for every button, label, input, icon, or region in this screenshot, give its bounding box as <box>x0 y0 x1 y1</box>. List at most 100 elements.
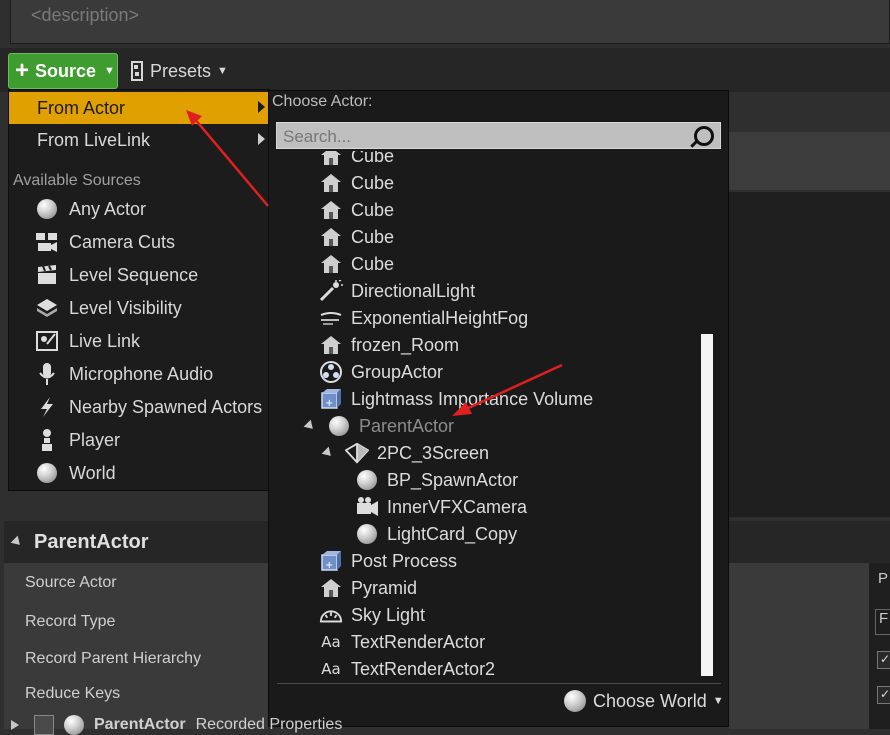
menu-item-from-livelink[interactable]: From LiveLink <box>9 124 269 156</box>
actor-label: Cube <box>351 226 395 247</box>
source-item-label: Camera Cuts <box>69 231 176 252</box>
sphere-icon <box>355 468 379 492</box>
details-header[interactable]: ParentActor <box>4 521 268 563</box>
actor-item-frozen-room[interactable]: frozen_Room <box>319 332 459 358</box>
actor-item-cube[interactable]: Cube <box>319 170 394 196</box>
collapse-triangle-icon[interactable] <box>303 419 317 433</box>
source-item-level-sequence[interactable]: Level Sequence <box>35 260 198 290</box>
details-header-right <box>729 521 890 563</box>
reduce-keys-checkbox[interactable]: ✓ <box>877 686 890 704</box>
house-icon <box>319 198 343 222</box>
source-item-any-actor[interactable]: Any Actor <box>35 194 146 224</box>
row-suffix: Recorded Properties <box>195 716 343 733</box>
record-parent-hierarchy-checkbox[interactable]: ✓ <box>877 651 890 669</box>
actor-item-parent-actor[interactable]: ParentActor <box>303 413 455 439</box>
actor-label: LightCard_Copy <box>387 523 518 544</box>
actor-item-group-actor[interactable]: GroupActor <box>319 359 443 385</box>
text-icon: Aa <box>321 633 341 651</box>
text-icon: Aa <box>321 660 341 678</box>
source-item-camera-cuts[interactable]: Camera Cuts <box>35 227 175 257</box>
source-item-label: Nearby Spawned Actors <box>69 396 263 417</box>
property-record-type: Record Type <box>25 613 116 630</box>
camera-cuts-icon <box>35 230 59 254</box>
background-panel <box>727 132 890 190</box>
fog-icon <box>319 306 343 330</box>
choose-world-button[interactable]: Choose World ▼ <box>563 689 724 713</box>
choose-actor-label: Choose Actor: <box>272 93 373 110</box>
presets-button[interactable]: Presets ▼ <box>130 58 228 84</box>
actor-item-bp-spawn-actor[interactable]: BP_SpawnActor <box>355 467 518 493</box>
actor-item-lightcard-copy[interactable]: LightCard_Copy <box>355 521 517 547</box>
presets-label: Presets <box>150 60 212 81</box>
actor-item-post-process[interactable]: + Post Process <box>319 548 457 574</box>
actor-item-text-render-actor2[interactable]: Aa TextRenderActor2 <box>319 656 495 679</box>
house-icon <box>319 576 343 600</box>
details-header-label: ParentActor <box>34 530 149 553</box>
search-input[interactable] <box>277 123 695 150</box>
source-item-label: Microphone Audio <box>69 363 214 384</box>
actor-item-lightmass-importance-volume[interactable]: + Lightmass Importance Volume <box>319 386 593 412</box>
source-item-player[interactable]: Player <box>35 425 120 455</box>
sphere-icon <box>327 414 351 438</box>
menu-item-from-actor[interactable]: From Actor <box>9 92 269 124</box>
source-button[interactable]: + Source ▼ <box>8 53 118 89</box>
toolbar: + Source ▼ Presets ▼ <box>0 48 890 92</box>
source-item-live-link[interactable]: Live Link <box>35 326 140 356</box>
edge-dropdown[interactable]: F <box>875 609 890 635</box>
sphere-icon <box>355 522 379 546</box>
actor-item-cube[interactable]: Cube <box>319 224 394 250</box>
group-icon <box>319 360 343 384</box>
volume-icon: + <box>319 549 343 573</box>
scrollbar-thumb[interactable] <box>701 334 713 676</box>
description-placeholder: <description> <box>31 5 140 25</box>
chevron-down-icon: ▼ <box>712 695 724 707</box>
actor-item-cube[interactable]: Cube <box>319 197 394 223</box>
actor-label: BP_SpawnActor <box>387 469 519 490</box>
search-icon <box>694 126 714 146</box>
house-icon <box>319 252 343 276</box>
house-icon <box>319 151 343 168</box>
source-item-label: Live Link <box>69 330 141 351</box>
sphere-icon <box>64 715 84 735</box>
description-field[interactable]: <description> <box>10 0 890 44</box>
menu-item-label: From LiveLink <box>37 129 151 150</box>
actor-search-box[interactable] <box>276 122 721 150</box>
display-cluster-icon <box>345 441 369 465</box>
actor-item-cube[interactable]: Cube <box>319 151 394 169</box>
actor-item-cube[interactable]: Cube <box>319 251 394 277</box>
recorded-properties-row[interactable]: ParentActor Recorded Properties <box>10 715 342 735</box>
actor-item-exponential-height-fog[interactable]: ExponentialHeightFog <box>319 305 528 331</box>
lightning-icon <box>35 395 59 419</box>
collapse-triangle-icon[interactable] <box>321 446 335 460</box>
actor-item-inner-vfx-camera[interactable]: InnerVFXCamera <box>355 494 527 520</box>
choose-world-label: Choose World <box>593 690 707 711</box>
actor-list[interactable]: Cube Cube Cube Cube Cube DirectionalLigh… <box>269 151 709 679</box>
checkbox[interactable] <box>34 715 54 735</box>
plus-icon: + <box>15 57 30 84</box>
actor-label: DirectionalLight <box>351 280 476 301</box>
actor-item-text-render-actor[interactable]: Aa TextRenderActor <box>319 629 485 655</box>
source-item-world[interactable]: World <box>35 458 116 488</box>
actor-label: TextRenderActor <box>351 631 486 652</box>
actor-item-2pc-3screen[interactable]: 2PC_3Screen <box>321 440 489 466</box>
choose-actor-menu: Choose Actor: Cube Cube Cube Cube Cube D… <box>268 90 729 727</box>
chevron-right-icon <box>258 133 265 145</box>
property-source-actor: Source Actor <box>25 574 117 591</box>
source-item-nearby-spawned-actors[interactable]: Nearby Spawned Actors <box>35 392 262 422</box>
source-item-level-visibility[interactable]: Level Visibility <box>35 293 182 323</box>
source-item-microphone-audio[interactable]: Microphone Audio <box>35 359 213 389</box>
house-icon <box>319 225 343 249</box>
actor-item-sky-light[interactable]: Sky Light <box>319 602 425 628</box>
actor-label: Cube <box>351 199 395 220</box>
actor-label: TextRenderActor2 <box>351 658 496 679</box>
actor-item-pyramid[interactable]: Pyramid <box>319 575 417 601</box>
actor-label: Cube <box>351 253 395 274</box>
actor-item-directional-light[interactable]: DirectionalLight <box>319 278 475 304</box>
directional-light-icon <box>319 279 343 303</box>
actor-label: Sky Light <box>351 604 426 625</box>
actor-label: Cube <box>351 151 395 166</box>
camera-icon <box>355 495 379 519</box>
actor-label: ParentActor <box>359 415 455 436</box>
collapse-triangle-icon[interactable] <box>10 535 24 549</box>
actor-label: InnerVFXCamera <box>387 496 528 517</box>
